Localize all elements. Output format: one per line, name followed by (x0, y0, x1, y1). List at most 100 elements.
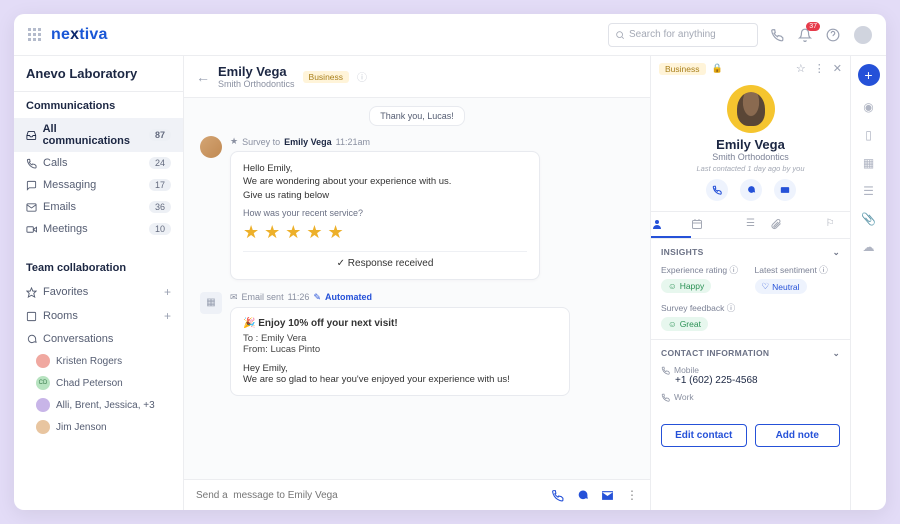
add-room-button[interactable]: + (164, 309, 171, 323)
notifications-icon[interactable] (798, 28, 812, 42)
edit-contact-button[interactable]: Edit contact (661, 424, 747, 447)
phone-icon (26, 158, 37, 169)
mobile-number: +1 (602) 225-4568 (675, 375, 840, 386)
right-rail: + ◉ ▯ ▦ ☰ 📎 ☁ (850, 56, 886, 510)
tab-attach[interactable] (770, 212, 810, 238)
contact-org: Smith Orthodontics (659, 152, 842, 162)
nav-calls[interactable]: Calls24 (14, 152, 183, 174)
star-icon (26, 287, 37, 298)
email-meta: ✉ Email sent 11:26 ✎ Automated (230, 292, 634, 303)
thread-contact-org: Smith Orthodontics (218, 79, 295, 89)
logo: nextiva (51, 26, 108, 44)
workspace-name: Anevo Laboratory (14, 56, 183, 92)
business-chip: Business (659, 63, 706, 75)
chat-action-icon[interactable] (576, 489, 589, 502)
inbox-icon (26, 130, 37, 141)
phone-icon[interactable] (770, 28, 784, 42)
section-communications: Communications (14, 92, 183, 118)
conversations-icon (26, 334, 37, 345)
chevron-down-icon[interactable]: ⌄ (833, 348, 840, 359)
detail-tabs: ☰ ⚐ (651, 211, 850, 239)
tab-profile[interactable] (651, 212, 691, 238)
feedback-value: ☺ Great (661, 317, 708, 331)
topbar: nextiva Search for anything (14, 14, 886, 56)
email-card: 🎉 Enjoy 10% off your next visit! To : Em… (230, 307, 570, 396)
contact-name: Emily Vega (659, 137, 842, 152)
lock-icon: 🔒 (712, 63, 723, 74)
list-item[interactable]: CDChad Peterson (14, 372, 183, 394)
rail-calendar-icon[interactable]: ▦ (863, 156, 874, 170)
section-team: Team collaboration (14, 254, 183, 280)
rail-cloud-icon[interactable]: ☁ (863, 240, 875, 254)
tab-thumbs[interactable]: ⚐ (810, 212, 850, 238)
rooms-icon (26, 311, 37, 322)
rail-attach-icon[interactable]: 📎 (861, 212, 876, 226)
nav-emails[interactable]: Emails36 (14, 196, 183, 218)
prev-message: Thank you, Lucas! (369, 106, 465, 126)
video-icon (26, 224, 37, 235)
rail-profile-icon[interactable]: ◉ (863, 100, 873, 114)
nav-conversations[interactable]: Conversations (14, 328, 183, 350)
exp-rating-label: Experience rating ⓘ (661, 264, 747, 276)
insights-title: INSIGHTS⌄ (661, 247, 840, 258)
rail-building-icon[interactable]: ▯ (865, 128, 872, 142)
close-icon[interactable]: ✕ (833, 62, 842, 75)
list-item[interactable]: Kristen Rogers (14, 350, 183, 372)
thread: ← Emily Vega Smith Orthodontics Business… (184, 56, 650, 510)
email-button[interactable] (774, 179, 796, 201)
sentiment-label: Latest sentiment ⓘ (755, 264, 841, 276)
survey-card: Hello Emily,We are wondering about your … (230, 151, 540, 280)
thread-header: ← Emily Vega Smith Orthodontics Business… (184, 56, 650, 98)
thread-contact-name: Emily Vega (218, 64, 295, 79)
exp-rating-value: ☺ Happy (661, 279, 711, 293)
business-chip: Business (303, 71, 350, 83)
global-search[interactable]: Search for anything (608, 23, 758, 47)
list-item[interactable]: Jim Jenson (14, 416, 183, 438)
feedback-label: Survey feedback ⓘ (661, 302, 840, 314)
search-icon (615, 30, 625, 40)
star-icon[interactable]: ☆ (796, 62, 806, 75)
chat-icon (26, 180, 37, 191)
plus-button[interactable]: + (858, 64, 880, 86)
building-icon: ▦ (200, 292, 222, 314)
nav-favorites[interactable]: Favorites+ (14, 280, 183, 304)
add-note-button[interactable]: Add note (755, 424, 841, 447)
tab-calendar[interactable] (691, 212, 731, 238)
info-icon[interactable]: ⓘ (357, 69, 367, 84)
composer: ⋮ (184, 479, 650, 510)
app-grip-icon[interactable] (28, 28, 41, 41)
tab-list[interactable]: ☰ (731, 212, 771, 238)
call-action-icon[interactable] (551, 489, 564, 502)
chevron-down-icon[interactable]: ⌄ (833, 247, 840, 258)
contact-avatar (727, 85, 775, 133)
nav-messaging[interactable]: Messaging17 (14, 174, 183, 196)
sentiment-value: ♡ Neutral (755, 279, 807, 294)
nav-rooms[interactable]: Rooms+ (14, 304, 183, 328)
list-item[interactable]: Alli, Brent, Jessica, +3 (14, 394, 183, 416)
rating-stars[interactable]: ★ ★ ★ ★ ★ (243, 222, 527, 243)
phone-icon (661, 393, 670, 402)
response-received: ✓ Response received (243, 251, 527, 269)
message-input[interactable] (196, 490, 543, 501)
user-avatar[interactable] (854, 26, 872, 44)
call-button[interactable] (706, 179, 728, 201)
add-favorite-button[interactable]: + (164, 285, 171, 299)
contact-meta: Last contacted 1 day ago by you (659, 164, 842, 173)
nav-meetings[interactable]: Meetings10 (14, 218, 183, 240)
sidebar: Anevo Laboratory Communications All comm… (14, 56, 184, 510)
help-icon[interactable] (826, 28, 840, 42)
email-action-icon[interactable] (601, 489, 614, 502)
more-icon[interactable]: ⋮ (814, 62, 825, 75)
sender-avatar (200, 136, 222, 158)
survey-meta: ★ Survey to Emily Vega 11:21am (230, 136, 634, 147)
detail-panel: Business 🔒 ☆ ⋮ ✕ Emily Vega Smith Orthod… (650, 56, 850, 510)
phone-icon (661, 366, 670, 375)
rail-list-icon[interactable]: ☰ (863, 184, 874, 198)
more-icon[interactable]: ⋮ (626, 488, 638, 502)
chat-button[interactable] (740, 179, 762, 201)
mail-icon (26, 202, 37, 213)
nav-all-comms[interactable]: All communications87 (14, 118, 183, 152)
back-button[interactable]: ← (196, 69, 210, 85)
search-placeholder: Search for anything (629, 29, 716, 40)
contact-info-title: CONTACT INFORMATION⌄ (661, 348, 840, 359)
